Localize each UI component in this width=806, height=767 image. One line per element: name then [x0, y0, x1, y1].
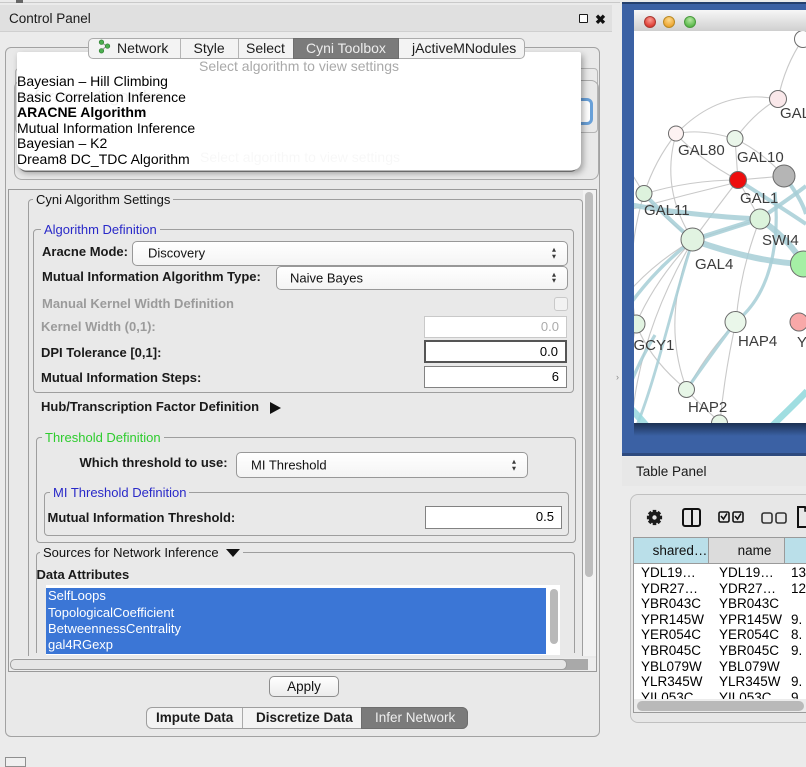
svg-text:HAP2: HAP2 [688, 399, 727, 416]
svg-text:Y: Y [797, 334, 806, 351]
svg-text:SWI4: SWI4 [762, 232, 799, 249]
svg-text:GCY1: GCY1 [634, 337, 674, 354]
svg-text:GAL4: GAL4 [695, 256, 733, 273]
svg-text:HAP4: HAP4 [738, 333, 777, 350]
svg-text:GAL7: GAL7 [780, 105, 806, 122]
svg-text:GAL10: GAL10 [737, 149, 784, 166]
svg-text:GAL80: GAL80 [678, 142, 725, 159]
svg-text:GAL11: GAL11 [644, 202, 690, 219]
svg-text:GAL1: GAL1 [740, 190, 778, 207]
